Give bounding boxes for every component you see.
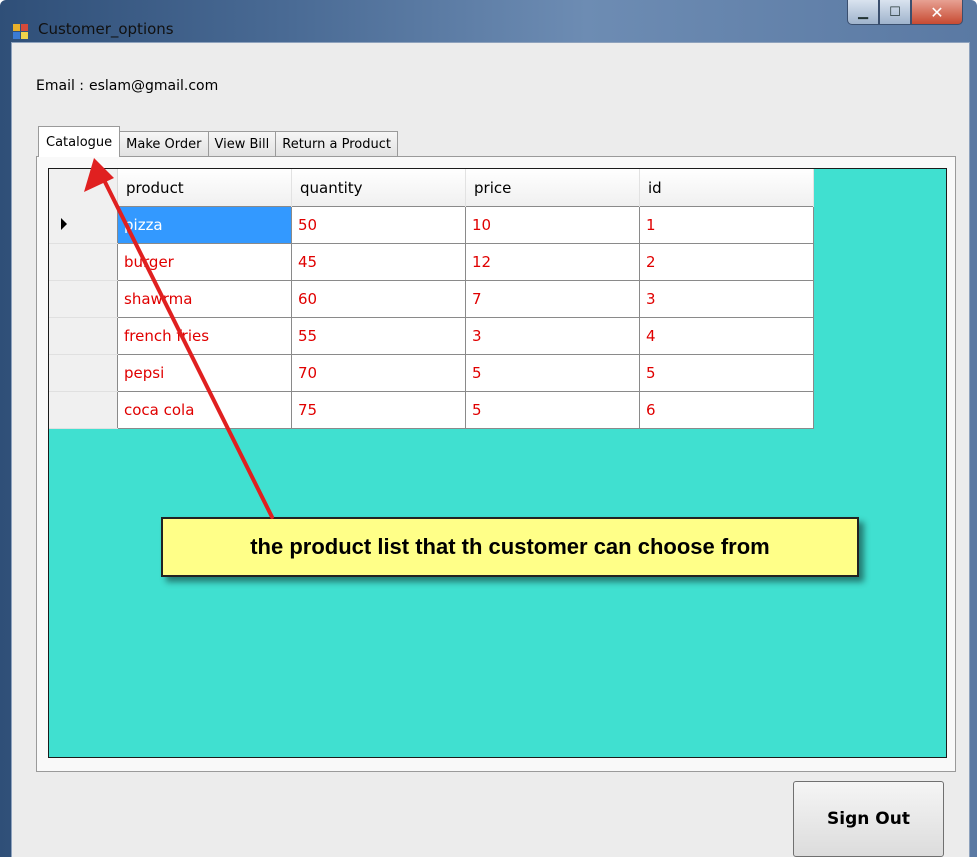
cell-product[interactable]: pepsi <box>117 354 292 392</box>
grid-header-row: product quantity price id <box>49 169 814 207</box>
tab-return-product[interactable]: Return a Product <box>275 131 398 157</box>
cell-id[interactable]: 4 <box>639 317 814 355</box>
cell-id[interactable]: 3 <box>639 280 814 318</box>
cell-product[interactable]: french fries <box>117 317 292 355</box>
email-value: eslam@gmail.com <box>89 78 219 94</box>
app-icon <box>13 24 29 40</box>
cell-price[interactable]: 5 <box>465 354 640 392</box>
sign-out-button[interactable]: Sign Out <box>793 781 944 857</box>
cell-price[interactable]: 10 <box>465 206 640 244</box>
app-window: Customer_options ▁ ☐ ✕ Email : eslam@gma… <box>0 0 977 857</box>
tab-strip: Catalogue Make Order View Bill Return a … <box>38 126 398 157</box>
cell-quantity[interactable]: 75 <box>291 391 466 429</box>
cell-price[interactable]: 12 <box>465 243 640 281</box>
product-grid[interactable]: product quantity price id pizza 50 10 1 <box>48 168 947 758</box>
cell-product[interactable]: burger <box>117 243 292 281</box>
cell-quantity[interactable]: 60 <box>291 280 466 318</box>
table-row[interactable]: shawrma 60 7 3 <box>49 280 814 318</box>
window-title: Customer_options <box>38 20 174 38</box>
tab-make-order[interactable]: Make Order <box>119 131 209 157</box>
cell-id[interactable]: 6 <box>639 391 814 429</box>
cell-product[interactable]: coca cola <box>117 391 292 429</box>
row-header-corner <box>49 169 118 207</box>
product-table: product quantity price id pizza 50 10 1 <box>49 169 814 429</box>
row-header[interactable] <box>49 354 118 392</box>
caption-buttons: ▁ ☐ ✕ <box>847 0 963 30</box>
cell-quantity[interactable]: 50 <box>291 206 466 244</box>
table-row[interactable]: french fries 55 3 4 <box>49 317 814 355</box>
cell-quantity[interactable]: 55 <box>291 317 466 355</box>
table-row[interactable]: pizza 50 10 1 <box>49 206 814 244</box>
cell-product[interactable]: shawrma <box>117 280 292 318</box>
cell-id[interactable]: 5 <box>639 354 814 392</box>
table-row[interactable]: pepsi 70 5 5 <box>49 354 814 392</box>
annotation-callout: the product list that th customer can ch… <box>161 517 859 577</box>
tab-view-bill[interactable]: View Bill <box>207 131 277 157</box>
cell-quantity[interactable]: 45 <box>291 243 466 281</box>
column-header-product[interactable]: product <box>117 169 292 207</box>
title-bar[interactable]: Customer_options ▁ ☐ ✕ <box>0 0 977 42</box>
cell-id[interactable]: 1 <box>639 206 814 244</box>
maximize-icon[interactable]: ☐ <box>879 0 911 25</box>
row-header[interactable] <box>49 391 118 429</box>
row-header[interactable] <box>49 206 118 244</box>
row-header[interactable] <box>49 243 118 281</box>
current-row-pointer-icon <box>61 217 67 230</box>
table-row[interactable]: burger 45 12 2 <box>49 243 814 281</box>
column-header-quantity[interactable]: quantity <box>291 169 466 207</box>
minimize-icon[interactable]: ▁ <box>847 0 879 25</box>
email-label: Email : <box>36 78 85 94</box>
table-row[interactable]: coca cola 75 5 6 <box>49 391 814 429</box>
cell-quantity[interactable]: 70 <box>291 354 466 392</box>
row-header[interactable] <box>49 280 118 318</box>
cell-id[interactable]: 2 <box>639 243 814 281</box>
column-header-price[interactable]: price <box>465 169 640 207</box>
tab-catalogue[interactable]: Catalogue <box>38 126 121 157</box>
client-area: Email : eslam@gmail.com Catalogue Make O… <box>11 42 970 857</box>
cell-product[interactable]: pizza <box>117 206 292 244</box>
cell-price[interactable]: 5 <box>465 391 640 429</box>
cell-price[interactable]: 7 <box>465 280 640 318</box>
cell-price[interactable]: 3 <box>465 317 640 355</box>
close-icon[interactable]: ✕ <box>911 0 963 25</box>
row-header[interactable] <box>49 317 118 355</box>
column-header-id[interactable]: id <box>639 169 814 207</box>
